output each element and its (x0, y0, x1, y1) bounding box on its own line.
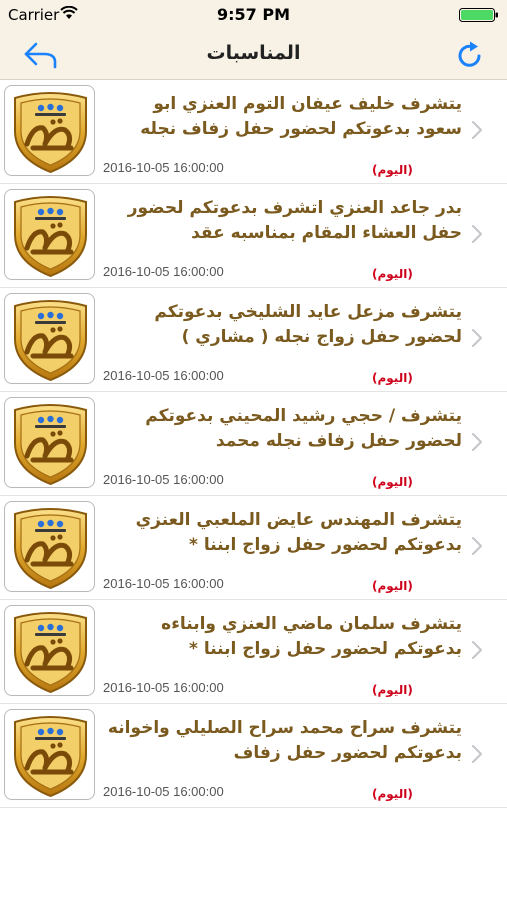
clock-time: 9:57 PM (216, 5, 290, 24)
event-title: يتشرف / حجي رشيد المحيني بدعوتكم لحضور ح… (145, 406, 462, 451)
today-badge: (اليوم) (372, 787, 413, 801)
today-badge: (اليوم) (372, 163, 413, 177)
chevron-right-icon (471, 640, 483, 660)
event-date: 2016-10-05 16:00:00 (103, 160, 224, 175)
event-date: 2016-10-05 16:00:00 (103, 472, 224, 487)
event-thumbnail (4, 709, 95, 800)
today-badge: (اليوم) (372, 267, 413, 281)
event-thumbnail (4, 189, 95, 280)
event-title: يتشرف خليف عيفان التوم العنزي ابو سعود ب… (140, 94, 462, 139)
gold-shield-logo-icon (14, 404, 87, 486)
event-date: 2016-10-05 16:00:00 (103, 576, 224, 591)
list-item[interactable]: يتشرف سراح محمد سراح الصليلي واخوانه بدع… (0, 704, 507, 808)
today-badge: (اليوم) (372, 579, 413, 593)
event-thumbnail (4, 293, 95, 384)
chevron-right-icon (471, 120, 483, 140)
event-thumbnail (4, 397, 95, 488)
list-item[interactable]: بدر جاعد العنزي اتشرف بدعوتكم لحضور حفل … (0, 184, 507, 288)
gold-shield-logo-icon (14, 300, 87, 382)
gold-shield-logo-icon (14, 508, 87, 590)
today-badge: (اليوم) (372, 683, 413, 697)
list-item[interactable]: يتشرف سلمان ماضي العنزي وابناءه بدعوتكم … (0, 600, 507, 704)
chevron-right-icon (471, 536, 483, 556)
list-item[interactable]: يتشرف المهندس عايض الملعبي العنزي بدعوتك… (0, 496, 507, 600)
chevron-right-icon (471, 328, 483, 348)
event-title: يتشرف المهندس عايض الملعبي العنزي بدعوتك… (135, 510, 462, 555)
status-bar: Carrier 9:57 PM (0, 0, 507, 30)
gold-shield-logo-icon (14, 612, 87, 694)
event-date: 2016-10-05 16:00:00 (103, 680, 224, 695)
event-date: 2016-10-05 16:00:00 (103, 264, 224, 279)
gold-shield-logo-icon (14, 716, 87, 798)
event-title: يتشرف سراح محمد سراح الصليلي واخوانه بدع… (107, 718, 462, 763)
event-thumbnail (4, 85, 95, 176)
list-item[interactable]: يتشرف مزعل عايد الشليخي بدعوتكم لحضور حف… (0, 288, 507, 392)
page-title: المناسبات (206, 42, 301, 64)
list-item[interactable]: يتشرف خليف عيفان التوم العنزي ابو سعود ب… (0, 80, 507, 184)
events-list: يتشرف خليف عيفان التوم العنزي ابو سعود ب… (0, 80, 507, 808)
event-thumbnail (4, 605, 95, 696)
event-date: 2016-10-05 16:00:00 (103, 784, 224, 799)
chevron-right-icon (471, 224, 483, 244)
chevron-right-icon (471, 744, 483, 764)
gold-shield-logo-icon (14, 92, 87, 174)
gold-shield-logo-icon (14, 196, 87, 278)
list-item[interactable]: يتشرف / حجي رشيد المحيني بدعوتكم لحضور ح… (0, 392, 507, 496)
navigation-bar: المناسبات (0, 30, 507, 80)
refresh-icon[interactable] (455, 40, 485, 70)
chevron-right-icon (471, 432, 483, 452)
event-title: بدر جاعد العنزي اتشرف بدعوتكم لحضور حفل … (127, 198, 462, 243)
event-title: يتشرف مزعل عايد الشليخي بدعوتكم لحضور حف… (154, 302, 462, 347)
today-badge: (اليوم) (372, 475, 413, 489)
event-title: يتشرف سلمان ماضي العنزي وابناءه بدعوتكم … (161, 614, 462, 659)
event-thumbnail (4, 501, 95, 592)
today-badge: (اليوم) (372, 371, 413, 385)
event-date: 2016-10-05 16:00:00 (103, 368, 224, 383)
battery-icon (459, 8, 498, 22)
